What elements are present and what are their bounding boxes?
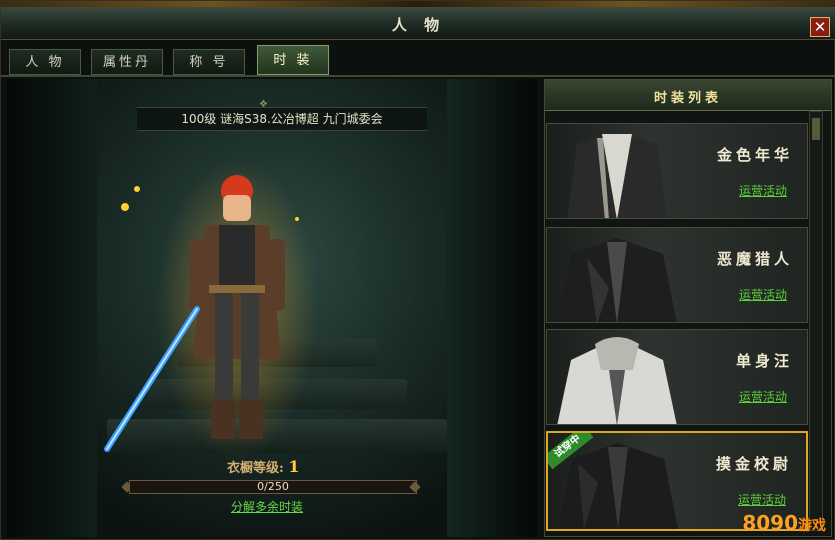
fashion-list-scrollbar[interactable]	[809, 111, 823, 531]
character-scene: ❖ 100级 谜海S38.公冶博超 九门城委会 衣橱等级: 1 0/250 分解…	[7, 79, 537, 537]
fashion-item-name: 摸金校尉	[715, 455, 792, 473]
tab-titles[interactable]: 称 号	[173, 49, 245, 75]
wardrobe-progress-bar: 0/250	[129, 480, 417, 494]
decompose-fashion-link[interactable]: 分解多余时装	[231, 498, 303, 515]
fashion-preview-image	[557, 337, 677, 424]
site-watermark: 8090游戏	[742, 511, 826, 535]
fashion-source-link[interactable]: 运营活动	[739, 388, 787, 405]
wardrobe-level-value: 1	[288, 457, 300, 476]
fashion-preview-image	[557, 238, 677, 322]
fashion-item-golden-years[interactable]: 金色年华 运营活动	[546, 123, 808, 219]
fashion-list-title: 时装列表	[653, 91, 722, 106]
fashion-item-single-dog[interactable]: 单身汪 运营活动	[546, 329, 808, 425]
fashion-source-link[interactable]: 运营活动	[739, 182, 787, 199]
character-model	[104, 159, 317, 459]
tab-attribute-pill[interactable]: 属性丹	[91, 49, 163, 75]
wardrobe-label: 衣橱等级:	[227, 461, 284, 476]
close-icon[interactable]: ✕	[810, 17, 830, 37]
cave-wall-right	[447, 79, 537, 537]
tab-fashion[interactable]: 时 装	[257, 45, 329, 75]
character-info: 100级 谜海S38.公冶博超 九门城委会	[137, 107, 427, 131]
fashion-list-header: 时装列表	[545, 80, 831, 111]
scrollbar-thumb[interactable]	[812, 118, 820, 140]
fashion-item-name: 单身汪	[735, 352, 793, 370]
fashion-source-link[interactable]: 运营活动	[738, 491, 786, 508]
wardrobe-progress-text: 0/250	[257, 480, 289, 493]
tab-character[interactable]: 人 物	[9, 49, 81, 75]
cave-wall-left	[7, 79, 97, 537]
fashion-source-link[interactable]: 运营活动	[739, 286, 787, 303]
wardrobe-level: 衣橱等级: 1	[227, 457, 299, 476]
fashion-item-name: 恶魔猎人	[716, 250, 793, 268]
fashion-item-name: 金色年华	[716, 146, 793, 164]
character-window: 人 物 ✕ 人 物 属性丹 称 号 时 装 ❖ 100级 谜海S38.公冶博超 …	[0, 0, 835, 540]
fashion-preview-image	[567, 132, 667, 218]
window-title: 人 物	[391, 16, 446, 34]
fashion-item-demon-hunter[interactable]: 恶魔猎人 运营活动	[546, 227, 808, 323]
tab-divider	[1, 75, 835, 77]
watermark-brand: 8090	[742, 511, 798, 535]
watermark-suffix: 游戏	[798, 518, 826, 534]
title-bar: 人 物 ✕	[1, 7, 835, 40]
